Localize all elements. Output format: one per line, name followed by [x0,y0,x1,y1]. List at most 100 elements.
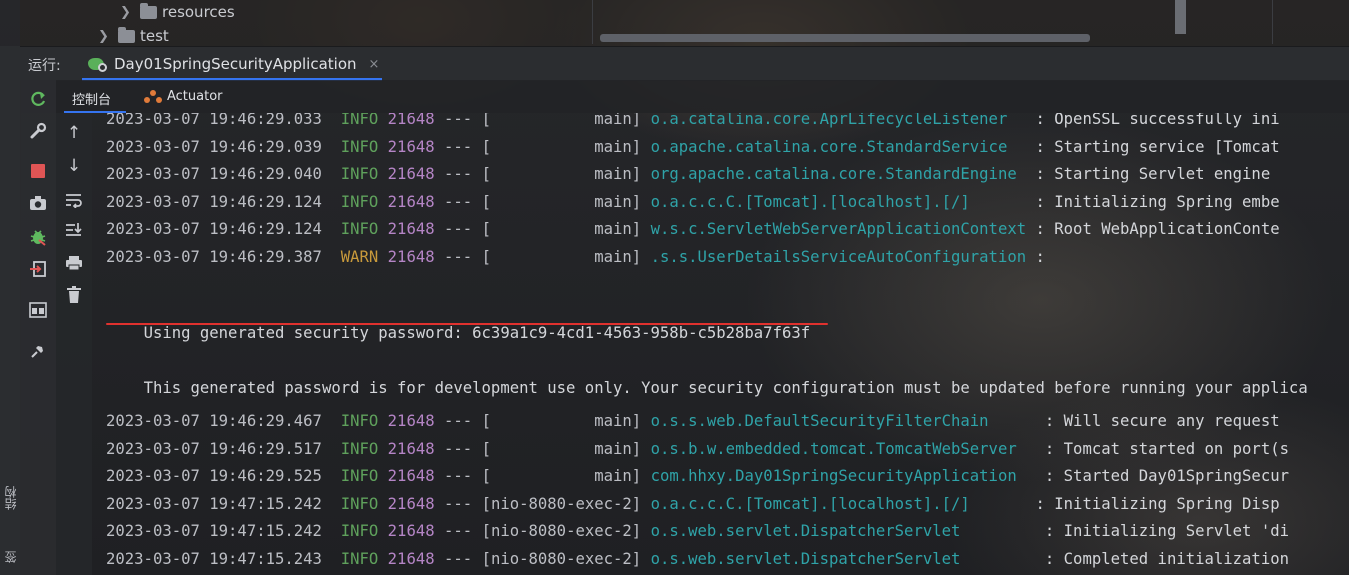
log-logger: o.a.c.c.C.[Tomcat].[localhost].[/] [650,192,1027,211]
log-separator: --- [444,549,473,568]
chevron-right-icon[interactable]: ❯ [98,29,112,44]
log-message: : Tomcat started on port(s [1044,439,1289,458]
log-timestamp: 2023-03-07 19:46:29.124 [106,220,322,238]
log-level: WARN [340,247,379,266]
run-config-tab[interactable]: Day01SpringSecurityApplication × [84,47,384,81]
log-level: INFO [340,412,379,430]
log-thread: [ main] [481,137,642,156]
log-message: : Started Day01SpringSecur [1044,467,1289,485]
tree-item-resources[interactable]: ❯ resources [120,1,235,23]
log-logger: .s.s.UserDetailsServiceAutoConfiguration [650,247,1027,266]
other-side-tab[interactable]: 签 [2,551,19,563]
soft-wrap-icon[interactable] [62,188,86,212]
log-message: : Completed initialization [1044,549,1289,568]
wrench-icon[interactable] [26,119,50,143]
horizontal-scrollbar[interactable] [600,34,1090,42]
tab-actuator-label: Actuator [167,89,223,104]
run-toolbar [20,80,56,575]
console-toolbar: ↑ ↓ [56,113,92,575]
log-line: 2023-03-07 19:46:29.039 INFO 21648 --- [… [106,136,1280,158]
log-logger: org.apache.catalina.core.StandardEngine [650,165,1027,183]
log-line: 2023-03-07 19:46:29.033 INFO 21648 --- [… [106,113,1280,130]
log-logger: o.a.catalina.core.AprLifecycleListener [650,113,1027,128]
chevron-right-icon[interactable]: ❯ [120,5,134,20]
dev-note-line: This generated password is for developme… [106,355,1308,397]
log-pid: 21648 [387,137,435,156]
log-line: 2023-03-07 19:46:29.525 INFO 21648 --- [… [106,465,1289,487]
log-pid: 21648 [387,113,435,128]
layout-icon[interactable] [26,298,50,322]
log-message: : Initializing Servlet 'di [1044,522,1289,540]
tree-item-test[interactable]: ❯ test [98,25,169,47]
log-line: 2023-03-07 19:46:29.040 INFO 21648 --- [… [106,163,1270,185]
rerun-icon[interactable] [26,88,50,112]
editor-divider [1272,0,1273,44]
log-level: INFO [340,137,379,156]
log-logger: o.apache.catalina.core.StandardService [650,137,1027,156]
log-message: : [1035,247,1045,266]
log-separator: --- [444,165,473,183]
tree-item-label: resources [162,3,235,21]
log-message: : Will secure any request [1044,412,1280,430]
pin-icon[interactable] [26,339,50,363]
camera-icon[interactable] [26,191,50,215]
log-logger: o.a.c.c.C.[Tomcat].[localhost].[/] [650,494,1027,513]
log-level: INFO [340,113,379,128]
log-message: : Initializing Spring Disp [1035,494,1280,513]
arrow-up-icon[interactable]: ↑ [62,121,86,145]
log-level: INFO [340,549,379,568]
log-level: INFO [340,165,379,183]
log-thread: [ main] [481,412,642,430]
log-separator: --- [444,220,473,238]
log-level: INFO [340,494,379,513]
close-icon[interactable]: × [369,57,380,72]
arrow-down-icon[interactable]: ↓ [62,154,86,178]
debug-bug-icon[interactable] [26,225,50,249]
log-timestamp: 2023-03-07 19:46:29.124 [106,192,322,211]
log-pid: 21648 [387,439,435,458]
log-thread: [ main] [481,165,642,183]
log-thread: [ main] [481,220,642,238]
exit-icon[interactable] [26,257,50,281]
tree-item-label: test [140,27,169,45]
highlight-underline [106,323,828,325]
log-message: : OpenSSL successfully ini [1035,113,1280,128]
log-separator: --- [444,412,473,430]
log-thread: [ main] [481,439,642,458]
trash-icon[interactable] [62,283,86,307]
log-separator: --- [444,247,473,266]
tab-console[interactable]: 控制台 [72,89,111,108]
log-level: INFO [340,220,379,238]
log-thread: [nio-8080-exec-2] [481,549,642,568]
log-timestamp: 2023-03-07 19:46:29.040 [106,165,322,183]
log-pid: 21648 [387,165,435,183]
print-icon[interactable] [62,251,86,275]
log-level: INFO [340,522,379,540]
log-logger: o.s.web.servlet.DispatcherServlet [650,549,1036,568]
console-output[interactable]: 2023-03-07 19:46:29.033 INFO 21648 --- [… [92,113,1349,575]
tab-actuator[interactable]: Actuator [144,89,223,104]
vertical-scrollbar[interactable] [1175,0,1186,34]
log-message: : Initializing Spring embe [1035,192,1280,211]
spring-boot-run-icon [88,56,108,72]
log-timestamp: 2023-03-07 19:46:29.517 [106,439,322,458]
log-thread: [nio-8080-exec-2] [481,494,642,513]
log-message: : Starting service [Tomcat [1035,137,1280,156]
log-level: INFO [340,467,379,485]
scroll-to-end-icon[interactable] [62,218,86,242]
structure-side-tab[interactable]: 结构 [2,486,19,510]
log-pid: 21648 [387,467,435,485]
password-text: Using generated security password: 6c39a… [143,324,811,342]
log-pid: 21648 [387,412,435,430]
log-timestamp: 2023-03-07 19:47:15.242 [106,494,322,513]
log-separator: --- [444,522,473,540]
log-timestamp: 2023-03-07 19:46:29.525 [106,467,322,485]
actuator-icon [144,89,162,104]
log-timestamp: 2023-03-07 19:47:15.243 [106,549,322,568]
stop-icon[interactable] [26,159,50,183]
side-strip: 结构 签 [0,46,21,575]
run-label: 运行: [28,58,61,74]
log-logger: o.s.b.w.embedded.tomcat.TomcatWebServer [650,439,1036,458]
log-pid: 21648 [387,192,435,211]
run-tool-window-header: 运行: Day01SpringSecurityApplication × [20,46,1349,81]
